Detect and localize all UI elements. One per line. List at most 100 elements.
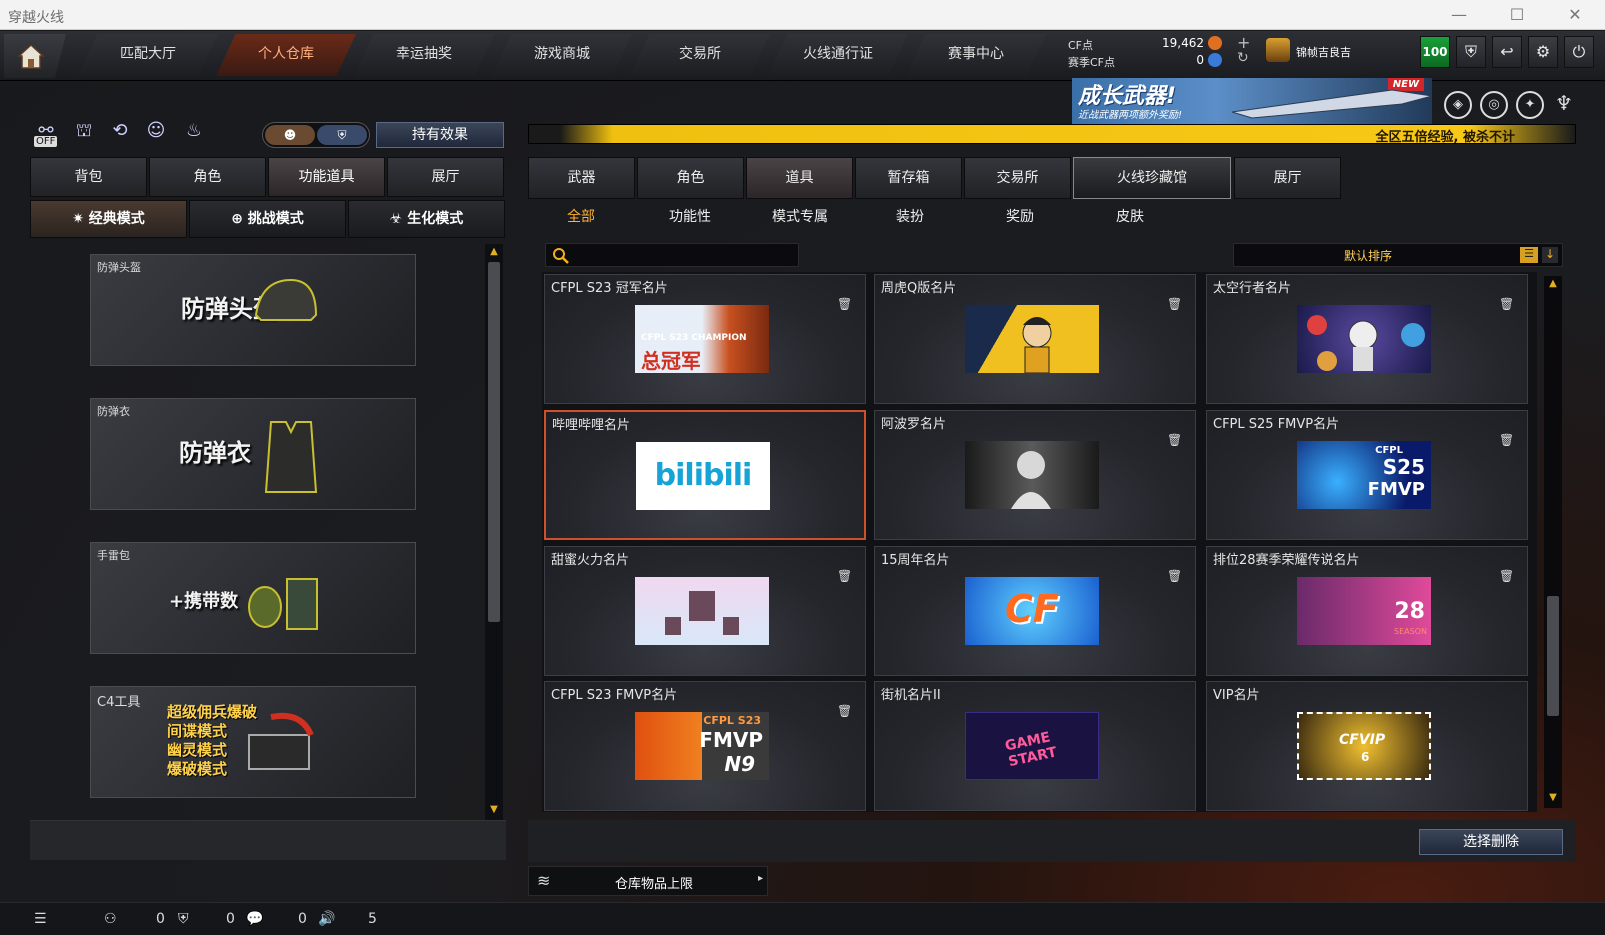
event-icon-1[interactable]: ◈ bbox=[1444, 91, 1472, 119]
hold-effect-button[interactable]: 持有效果 bbox=[376, 122, 504, 148]
card-title: 周虎Q版名片 bbox=[881, 281, 957, 296]
shield-view-icon[interactable]: ⛨ bbox=[317, 125, 367, 145]
right-tab-exchange[interactable]: 交易所 bbox=[964, 157, 1071, 199]
subtab-all[interactable]: 全部 bbox=[531, 206, 631, 226]
close-button[interactable]: ✕ bbox=[1553, 3, 1597, 27]
guild-icon[interactable]: ⛨ bbox=[178, 911, 189, 927]
item-card[interactable]: 太空行者名片 🗑 bbox=[1206, 274, 1528, 404]
item-card-selected[interactable]: 哔哩哔哩名片 bilibili bbox=[544, 410, 866, 540]
card-title: CFPL S25 FMVP名片 bbox=[1213, 417, 1340, 432]
art-text: CFVIP bbox=[1339, 732, 1386, 748]
trash-icon[interactable]: 🗑 bbox=[837, 297, 852, 311]
right-tab-collection[interactable]: 火线珍藏馆 bbox=[1073, 157, 1231, 199]
trash-icon[interactable]: 🗑 bbox=[1167, 433, 1182, 447]
mode-classic[interactable]: ✷ 经典模式 bbox=[30, 200, 187, 238]
nav-tab-personal-storage[interactable]: 个人仓库 bbox=[216, 34, 356, 76]
search-box[interactable] bbox=[545, 243, 799, 267]
card-artwork: CFVIP 6 bbox=[1297, 712, 1431, 780]
subtab-mode-exclusive[interactable]: 模式专属 bbox=[750, 206, 850, 226]
trash-icon[interactable]: 🗑 bbox=[1499, 433, 1514, 447]
switch-button[interactable]: ↩ bbox=[1492, 36, 1522, 68]
capacity-bar[interactable]: ≋ 仓库物品上限 ▸ bbox=[528, 866, 768, 896]
gift-button[interactable]: ⛫ bbox=[70, 120, 98, 150]
refresh-icon[interactable]: ↻ bbox=[1237, 50, 1249, 66]
left-tab-backpack[interactable]: 背包 bbox=[30, 157, 147, 197]
sort-direction-icon[interactable]: ↓ bbox=[1542, 247, 1558, 263]
search-input[interactable] bbox=[574, 246, 794, 264]
item-card[interactable]: 周虎Q版名片 🗑 bbox=[874, 274, 1196, 404]
shield-button[interactable]: ⛨ bbox=[1456, 36, 1486, 68]
event-icon-3[interactable]: ✦ bbox=[1516, 91, 1544, 119]
subtab-skins[interactable]: 皮肤 bbox=[1080, 206, 1180, 226]
item-card[interactable]: VIP名片 CFVIP 6 bbox=[1206, 681, 1528, 811]
event-icon-4[interactable]: ♆ bbox=[1550, 91, 1578, 119]
scroll-down-icon[interactable]: ▼ bbox=[1547, 792, 1559, 804]
slot-grenade-pack[interactable]: 手雷包 +携带数 bbox=[90, 542, 416, 654]
effect-button[interactable]: ♨ bbox=[180, 120, 208, 150]
item-card[interactable]: 街机名片II GAME START bbox=[874, 681, 1196, 811]
item-card[interactable]: 排位28赛季荣耀传说名片 🗑 28 SEASON bbox=[1206, 546, 1528, 676]
scroll-up-icon[interactable]: ▲ bbox=[488, 246, 500, 258]
mode-challenge[interactable]: ⊕ 挑战模式 bbox=[189, 200, 346, 238]
nav-tab-battle-pass[interactable]: 火线通行证 bbox=[768, 34, 908, 76]
subtab-functional[interactable]: 功能性 bbox=[640, 206, 740, 226]
sort-dropdown[interactable]: 默认排序 ☰ ↓ bbox=[1233, 243, 1563, 267]
character-button[interactable]: ☺ bbox=[142, 120, 170, 150]
scroll-thumb[interactable] bbox=[1547, 596, 1559, 716]
minimize-button[interactable]: — bbox=[1437, 3, 1481, 27]
scroll-down-icon[interactable]: ▼ bbox=[488, 804, 500, 816]
nav-tab-exchange[interactable]: 交易所 bbox=[630, 34, 770, 76]
trash-icon[interactable]: 🗑 bbox=[1167, 297, 1182, 311]
nav-tab-game-shop[interactable]: 游戏商城 bbox=[492, 34, 632, 76]
right-tab-temp-storage[interactable]: 暂存箱 bbox=[855, 157, 962, 199]
slot-helmet[interactable]: 防弹头盔 防弹头盔 bbox=[90, 254, 416, 366]
item-card[interactable]: CFPL S23 冠军名片 🗑 CFPL S23 CHAMPION 总冠军 bbox=[544, 274, 866, 404]
item-card[interactable]: 15周年名片 🗑 CF bbox=[874, 546, 1196, 676]
list-view-icon[interactable]: ☰ bbox=[1520, 247, 1538, 263]
left-tab-function-items[interactable]: 功能道具 bbox=[268, 157, 385, 197]
nav-tab-lucky-draw[interactable]: 幸运抽奖 bbox=[354, 34, 494, 76]
nav-tab-match-lobby[interactable]: 匹配大厅 bbox=[78, 34, 218, 76]
event-icon-2[interactable]: ◎ bbox=[1480, 91, 1508, 119]
chat-icon[interactable]: 💬 bbox=[246, 911, 263, 927]
view-toggle[interactable]: ☻ ⛨ bbox=[262, 122, 370, 148]
volume-icon[interactable]: 🔊 bbox=[318, 911, 335, 927]
scroll-up-icon[interactable]: ▲ bbox=[1547, 278, 1559, 290]
history-button[interactable]: ⟲ bbox=[106, 120, 134, 150]
maximize-button[interactable]: ☐ bbox=[1495, 3, 1539, 27]
item-card[interactable]: 阿波罗名片 🗑 bbox=[874, 410, 1196, 540]
subtab-rewards[interactable]: 奖励 bbox=[970, 206, 1070, 226]
right-tab-character[interactable]: 角色 bbox=[637, 157, 744, 199]
settings-button[interactable]: ⚙ bbox=[1528, 36, 1558, 68]
trash-icon[interactable]: 🗑 bbox=[837, 704, 852, 718]
subtab-cosmetic[interactable]: 装扮 bbox=[860, 206, 960, 226]
scroll-thumb[interactable] bbox=[488, 262, 500, 622]
power-button[interactable]: ⏻ bbox=[1564, 36, 1594, 68]
select-delete-button[interactable]: 选择删除 bbox=[1419, 829, 1563, 855]
item-card[interactable]: 甜蜜火力名片 🗑 bbox=[544, 546, 866, 676]
trash-icon[interactable]: 🗑 bbox=[1499, 297, 1514, 311]
trash-icon[interactable]: 🗑 bbox=[1167, 569, 1182, 583]
friends-icon[interactable]: ⚇ bbox=[104, 911, 117, 927]
right-tab-weapons[interactable]: 武器 bbox=[528, 157, 635, 199]
card-title: CFPL S23 FMVP名片 bbox=[551, 688, 678, 703]
mode-biohazard[interactable]: ☣ 生化模式 bbox=[348, 200, 505, 238]
trash-icon[interactable]: 🗑 bbox=[1499, 569, 1514, 583]
item-card[interactable]: CFPL S23 FMVP名片 🗑 CFPL S23 FMVP N9 bbox=[544, 681, 866, 811]
trash-icon[interactable]: 🗑 bbox=[837, 569, 852, 583]
menu-list-icon[interactable]: ☰ bbox=[34, 911, 47, 927]
right-tab-showroom[interactable]: 展厅 bbox=[1234, 157, 1341, 199]
slot-c4-tool[interactable]: C4工具 超级佣兵爆破 间谍模式 幽灵模式 爆破模式 bbox=[90, 686, 416, 798]
left-tab-character[interactable]: 角色 bbox=[149, 157, 266, 197]
item-card[interactable]: CFPL S25 FMVP名片 🗑 CFPL S25 FMVP bbox=[1206, 410, 1528, 540]
nav-tab-event-center[interactable]: 赛事中心 bbox=[906, 34, 1046, 76]
character-view-icon[interactable]: ☻ bbox=[265, 125, 315, 145]
right-tab-items[interactable]: 道具 bbox=[746, 157, 853, 199]
slot-body-armor[interactable]: 防弹衣 防弹衣 bbox=[90, 398, 416, 510]
off-toggle-button[interactable]: OFF ⚯ bbox=[32, 120, 60, 150]
right-scrollbar[interactable]: ▲ ▼ bbox=[1544, 276, 1562, 808]
promo-banner[interactable]: 成长武器! 近战武器两项额外奖励! NEW bbox=[1072, 78, 1432, 124]
level-badge[interactable]: 100 bbox=[1420, 36, 1450, 68]
left-scrollbar[interactable]: ▲ ▼ bbox=[485, 244, 503, 820]
left-tab-showroom[interactable]: 展厅 bbox=[387, 157, 504, 197]
